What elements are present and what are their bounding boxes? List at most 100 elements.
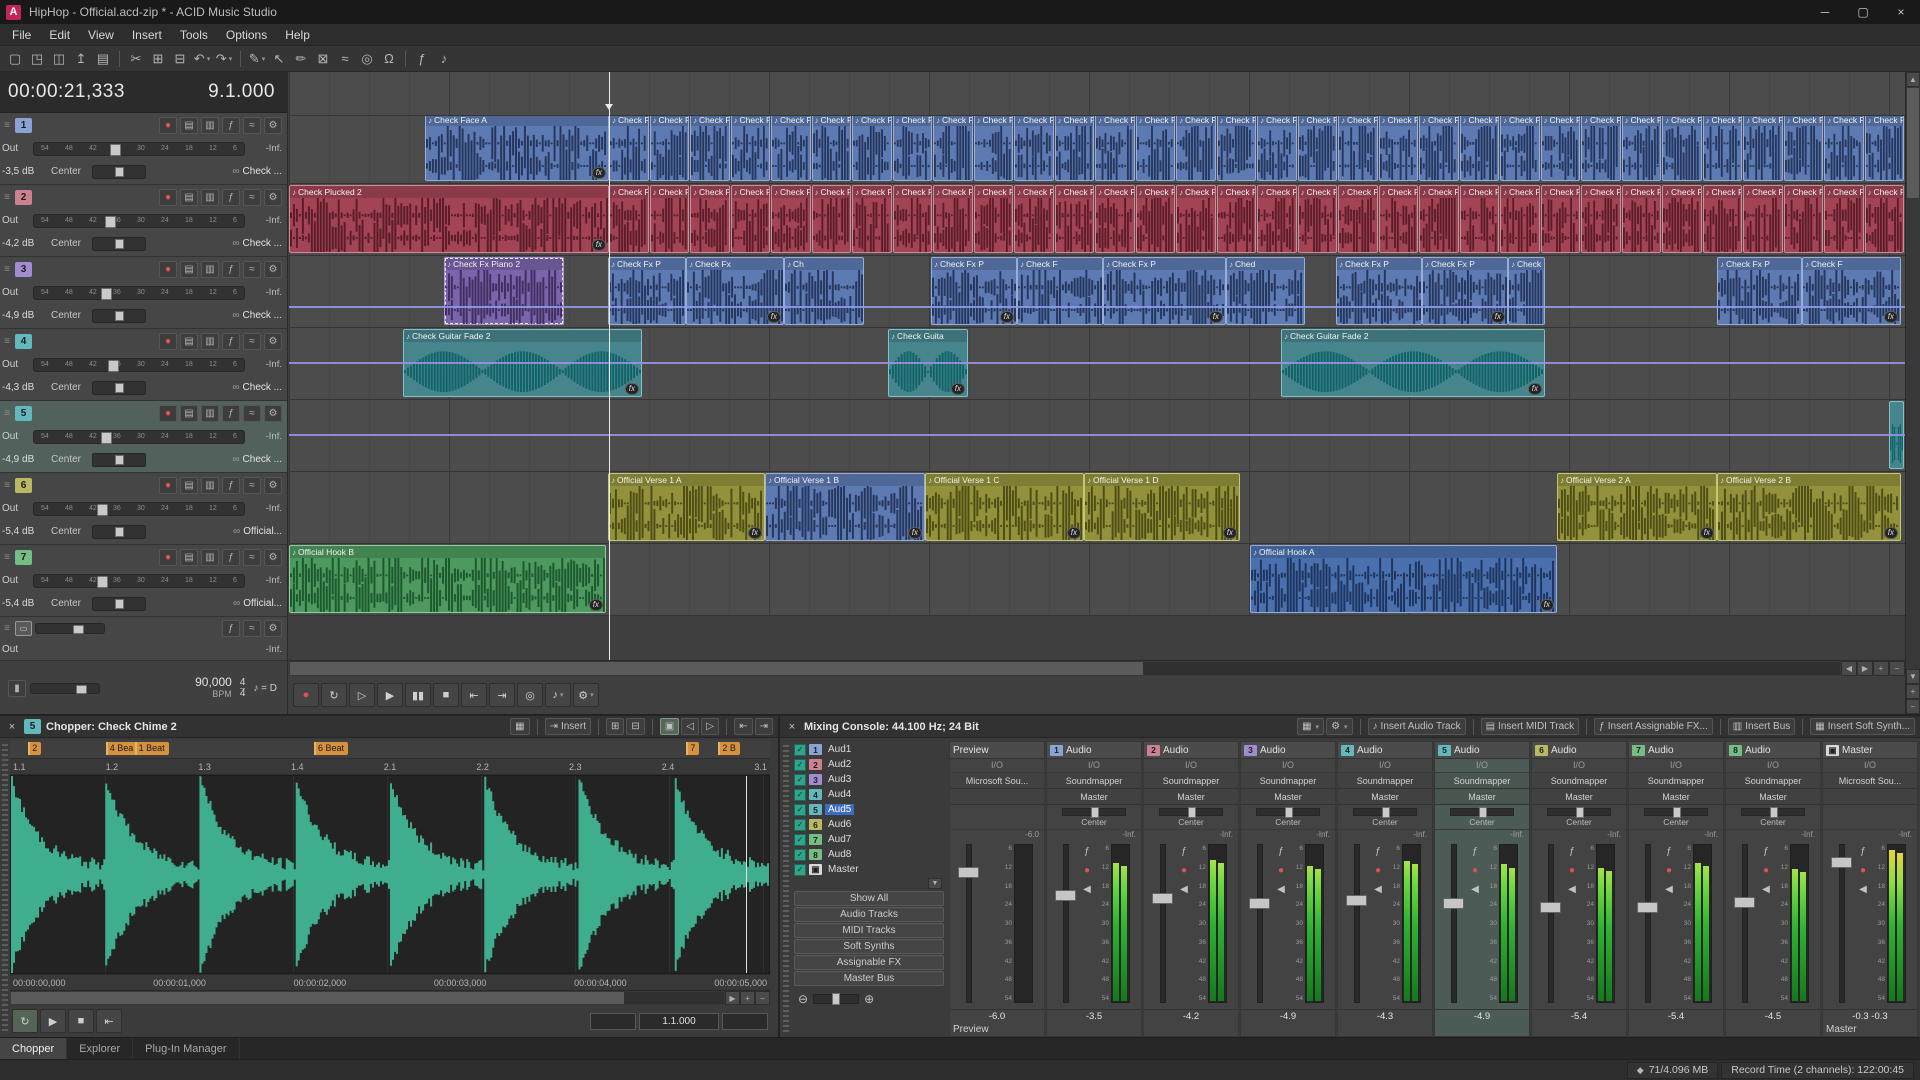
plugin-manager-button[interactable]: ƒ [411,48,433,69]
track-volume-slider[interactable]: 54484236302418126 [33,142,245,156]
audio-clip[interactable]: ♪Check Face [852,113,892,181]
time-display[interactable]: 00:00:21,333 9.1.000 [0,72,287,113]
audio-clip[interactable]: ♪Check Face [1824,113,1864,181]
audio-clip[interactable]: ♪Check Fx P [608,257,686,325]
track-fx-button[interactable]: ƒ [222,477,240,494]
audio-device-button[interactable]: ♪▾ [545,683,571,707]
strip-record-arm-button[interactable]: ● [1860,865,1866,876]
time-signature[interactable]: 4 4 [240,678,246,699]
new-project-button[interactable]: ▢ [4,48,26,69]
bus-volume-handle[interactable] [73,625,84,634]
bus-volume-slider[interactable] [35,623,105,634]
track-grip-icon[interactable]: ≡ [2,192,12,203]
tab-explorer[interactable]: Explorer [67,1038,133,1059]
chopper-scroll-track[interactable] [11,992,724,1004]
multipurpose-slider-button[interactable]: ▤ [180,261,198,278]
save-button[interactable]: ◫ [48,48,70,69]
bus-track-header[interactable]: ≡ ▭ ƒ≈⚙ Out -Inf. [0,617,287,661]
strip-fader-handle[interactable] [1346,895,1367,906]
track-pan-slider[interactable] [92,453,146,467]
audio-clip[interactable]: ♪Check Pluck [1419,185,1459,253]
strip-fader[interactable] [1634,840,1660,1007]
audio-clip[interactable]: ♪Check Pluck [1784,185,1824,253]
multipurpose-slider-button[interactable]: ▤ [180,333,198,350]
audio-clip[interactable]: ♪Check Pluck [1055,185,1095,253]
halve-selection-button[interactable]: ◁ [681,718,699,735]
audio-clip[interactable]: ♪Check Face [1460,113,1500,181]
audio-clip[interactable]: ♪Check Face [1419,113,1459,181]
zoom-in-time-button[interactable]: + [1873,661,1889,676]
track-volume-handle[interactable] [101,432,112,444]
strip-pan[interactable]: Center [1144,805,1238,830]
strip-device-button[interactable]: Soundmapper [1629,773,1723,789]
cut-button[interactable]: ✂ [125,48,147,69]
strip-fader-handle[interactable] [1443,898,1464,909]
track-grip-icon[interactable]: ≡ [2,336,12,347]
audio-clip[interactable]: ♪Check Pluck [1500,185,1540,253]
mixer-strip-2[interactable]: 2AudioI/OSoundmapperMasterCenter-Inf.ƒ●◀… [1143,741,1239,1037]
paste-button[interactable]: ⊟ [169,48,191,69]
track-pan-slider[interactable] [92,381,146,395]
preview-fader-icon[interactable]: ▮ [8,680,26,697]
chopper-waveform[interactable] [10,775,770,974]
record-button[interactable]: ● [293,683,319,707]
go-to-end-button[interactable]: ⇥ [489,683,515,707]
audio-clip[interactable]: ♪Check Pluck [812,185,852,253]
strip-fader[interactable] [1149,840,1175,1007]
track-name[interactable]: Check ... [243,238,282,249]
mixer-strip-1[interactable]: 1AudioI/OSoundmapperMasterCenter-Inf.ƒ●◀… [1046,741,1142,1037]
track-volume-handle[interactable] [101,288,112,300]
track-options-button[interactable]: ⚙ [264,405,282,422]
track-pan-handle[interactable] [115,527,124,537]
strip-output-button[interactable]: ◀ [1374,884,1382,895]
envelope-button[interactable]: ≈ [243,261,261,278]
strip-pan[interactable]: Center [1047,805,1141,830]
multipurpose-slider-button[interactable]: ▤ [180,477,198,494]
audio-clip[interactable]: ♪Check Face [1055,113,1095,181]
strip-output-button[interactable]: Master [1241,789,1335,805]
audio-clip[interactable]: ♪Check Fx Pfx [1422,257,1508,325]
multipurpose-slider-button[interactable]: ▤ [180,189,198,206]
link-to-timeline-button[interactable]: ▣ [660,718,679,735]
audio-clip[interactable]: ♪Check Face [731,113,771,181]
chopper-stop-button[interactable]: ■ [68,1009,94,1033]
track-volume-handle[interactable] [108,360,119,372]
arm-for-record-button[interactable]: ● [159,261,177,278]
chopper-time-ruler[interactable]: 00:00:00,00000:00:01,00000:00:02,00000:0… [10,974,770,990]
strip-fader-handle[interactable] [958,867,979,878]
chopper-close-button[interactable]: × [5,721,19,733]
audio-clip[interactable]: ♪Check Pluck [1379,185,1419,253]
envelope-button[interactable]: ≈ [243,189,261,206]
mixer-list-checkbox[interactable]: ✓ [794,804,806,816]
mixer-zoom-in-icon[interactable]: ⊕ [864,992,874,1006]
mixer-views-button[interactable]: ▦▾ [1297,718,1324,735]
audio-clip[interactable]: ♪Check Face [1703,113,1743,181]
track-name[interactable]: Check ... [243,382,282,393]
audio-clip[interactable]: ♪Check Pluck [1338,185,1378,253]
audio-clip[interactable]: ♪Check Face [1581,113,1621,181]
strip-record-arm-button[interactable]: ● [1181,865,1187,876]
track-volume-handle[interactable] [97,504,108,516]
track-volume-slider[interactable]: 54484236302418126 [33,358,245,372]
midi-settings-button[interactable]: ♪ [433,48,455,69]
chopper-marker[interactable]: 6 Beat [314,742,348,755]
strip-record-arm-button[interactable]: ● [1763,865,1769,876]
zoom-selection-button[interactable]: ⊟ [626,718,644,735]
insert-audio-track-button[interactable]: ♪Insert Audio Track [1368,718,1466,735]
tab-plug-in-manager[interactable]: Plug-In Manager [133,1038,239,1059]
track-pan-handle[interactable] [115,455,124,465]
mixer-zoom-out-icon[interactable]: ⊖ [798,992,808,1006]
strip-device-button[interactable]: Soundmapper [1532,773,1626,789]
filter-soft-synths[interactable]: Soft Synths [794,939,944,954]
track-volume-slider[interactable]: 54484236302418126 [33,286,245,300]
mixer-strip-7[interactable]: 7AudioI/OSoundmapperMasterCenter-Inf.ƒ●◀… [1628,741,1724,1037]
metronome-button[interactable]: ◎ [517,683,543,707]
strip-pan[interactable]: Center [1241,805,1335,830]
track-grip-icon[interactable]: ≡ [2,552,12,563]
strip-pan-slider[interactable] [1353,808,1417,816]
maximize-button[interactable]: ▢ [1844,0,1882,24]
track-header-2[interactable]: ≡2●▤▥ƒ≈⚙Out54484236302418126-Inf.-4,2 dB… [0,185,287,257]
strip-pan-handle[interactable] [1479,807,1487,818]
chopper-scroll-thumb[interactable] [11,992,624,1004]
track-lane-6[interactable]: ♪Official Verse 1 Afx♪Official Verse 1 B… [289,472,1905,544]
